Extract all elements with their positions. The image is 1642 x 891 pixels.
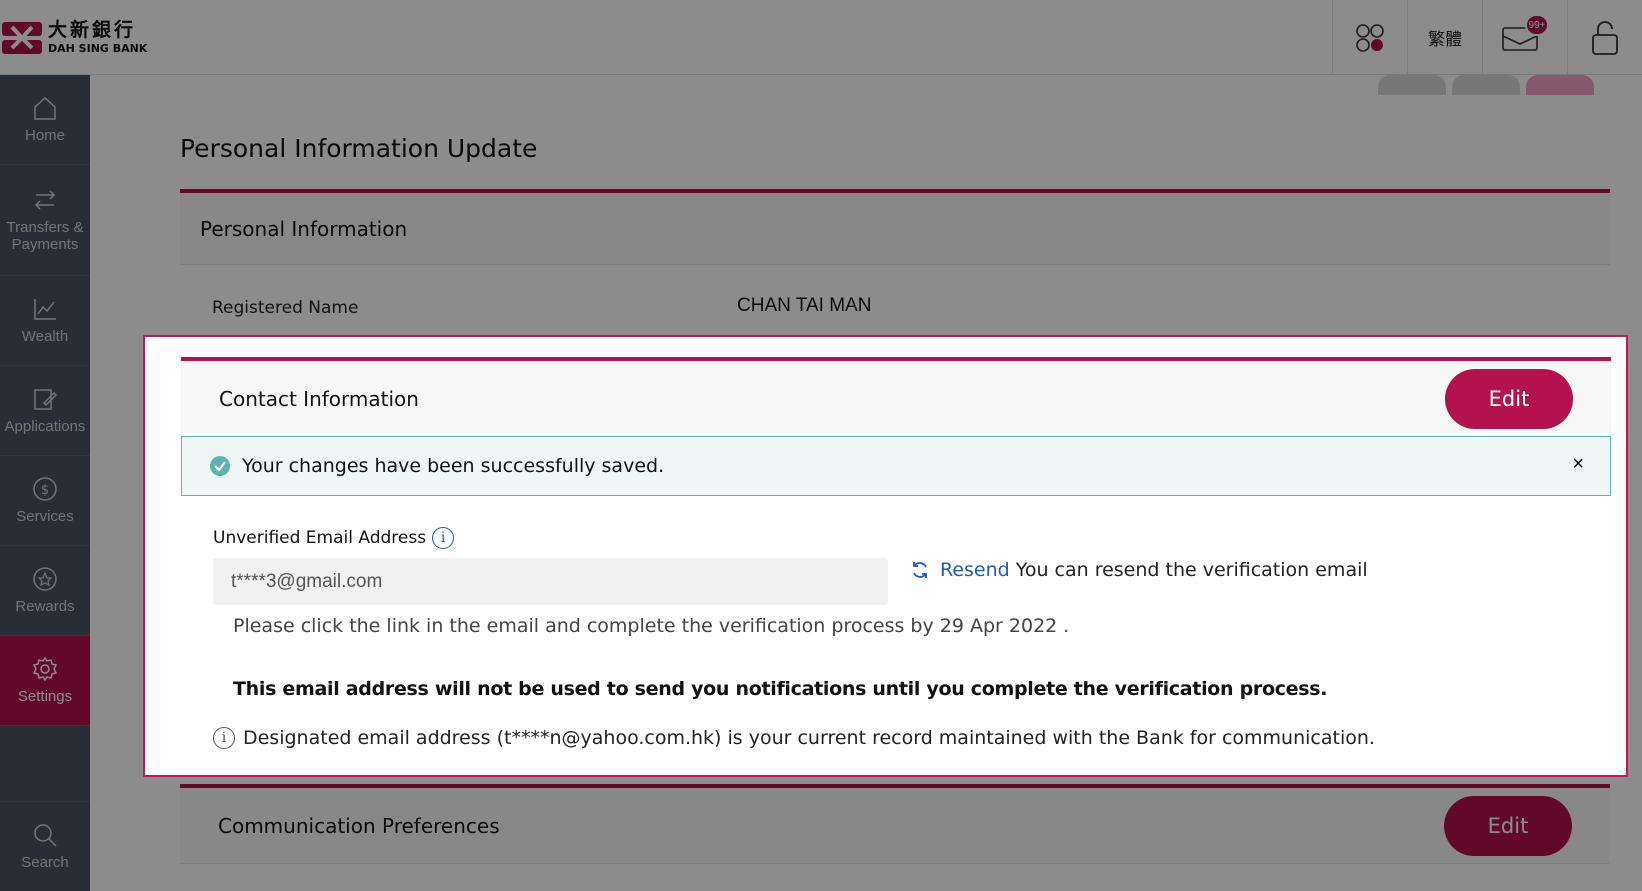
close-icon[interactable]: ×	[1572, 453, 1584, 476]
unverified-email-label: Unverified Email Address	[213, 528, 427, 548]
unverified-email-field[interactable]	[213, 558, 888, 605]
notification-warning: This email address will not be used to s…	[233, 678, 1328, 700]
success-message: Your changes have been successfully save…	[242, 455, 665, 477]
designated-email-row: i Designated email address (t****n@yahoo…	[213, 727, 1375, 749]
verification-deadline-note: Please click the link in the email and c…	[233, 615, 1070, 637]
resend-row: Resend You can resend the verification e…	[910, 559, 1368, 581]
contact-information-panel: Contact Information Edit Your changes ha…	[143, 335, 1628, 777]
section-title: Contact Information	[219, 387, 419, 411]
success-alert: Your changes have been successfully save…	[181, 436, 1611, 496]
contact-info-header: Contact Information Edit	[181, 361, 1611, 433]
refresh-icon[interactable]	[910, 560, 930, 580]
resend-description: You can resend the verification email	[1015, 559, 1368, 581]
check-circle-icon	[210, 456, 230, 476]
unverified-email-label-row: Unverified Email Address i	[213, 527, 455, 549]
info-icon[interactable]: i	[432, 527, 455, 549]
info-icon: i	[213, 727, 235, 749]
resend-link[interactable]: Resend	[940, 559, 1010, 581]
contact-edit-button[interactable]: Edit	[1445, 369, 1573, 429]
designated-email-note: Designated email address (t****n@yahoo.c…	[243, 727, 1375, 749]
